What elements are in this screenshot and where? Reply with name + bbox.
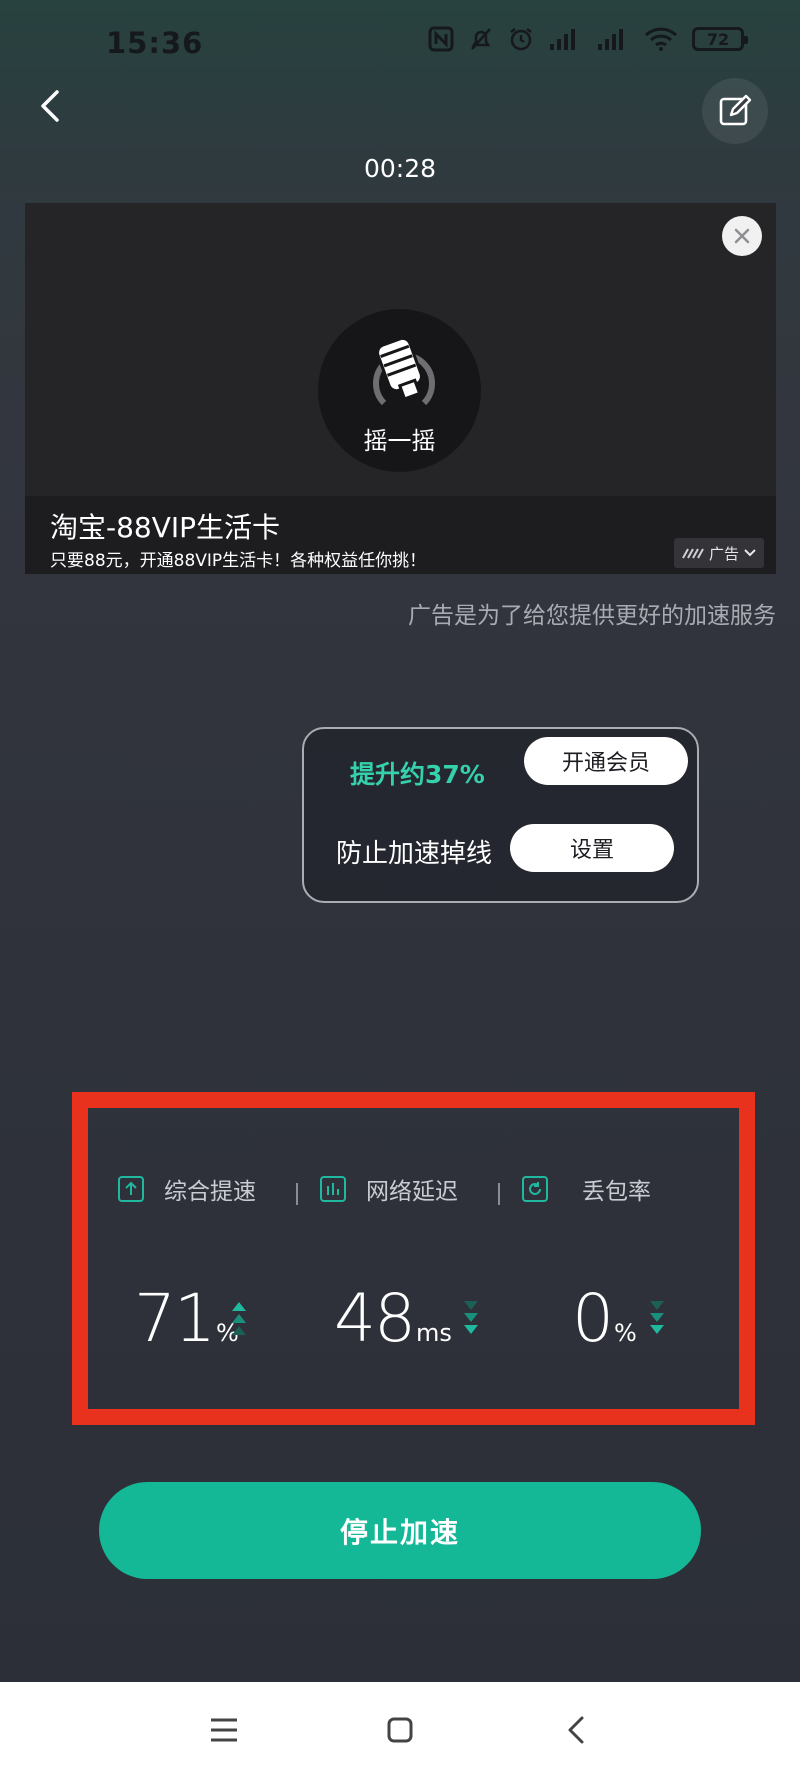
stat-divider [498, 1183, 500, 1205]
stat-unit: % [614, 1319, 637, 1347]
status-time: 15:36 [106, 26, 204, 60]
nav-menu-button[interactable] [202, 1708, 246, 1752]
back-button[interactable] [30, 86, 70, 126]
alarm-icon [510, 28, 532, 51]
trend-up-icon [232, 1302, 246, 1335]
stat-unit: ms [415, 1319, 452, 1347]
trend-down-icon [464, 1301, 478, 1334]
ad-badge-label: 广告 [708, 544, 739, 563]
refresh-icon [522, 1176, 548, 1202]
stat-label-overall-speedup: 综合提速 [118, 1172, 256, 1206]
edit-icon [719, 94, 752, 126]
stats-highlight-box [72, 1092, 755, 1425]
back-arrow-icon [41, 90, 59, 122]
mute-bell-icon [471, 28, 491, 50]
stat-label-latency: 网络延迟 [320, 1172, 458, 1206]
stat-value-overall-speedup: 71 % [134, 1280, 239, 1357]
close-icon [734, 228, 750, 244]
shake-button[interactable]: 摇一摇 [318, 309, 481, 472]
signal-hd-icon-2 [598, 29, 623, 50]
stat-label-text: 丢包率 [582, 1179, 651, 1205]
ad-network-logo-icon [682, 548, 704, 559]
anti-drop-text: 防止加速掉线 [336, 839, 493, 869]
shake-label: 摇一摇 [363, 427, 436, 455]
open-vip-button[interactable]: 开通会员 [524, 737, 688, 785]
stat-value-packet-loss: 0 % [572, 1280, 637, 1357]
ad-title: 淘宝-88VIP生活卡 [50, 511, 281, 544]
stat-label-packet-loss: 丢包率 [522, 1172, 651, 1206]
signal-hd-icon [550, 29, 575, 50]
status-icons: 72 [428, 26, 748, 52]
boost-percentage-text: 提升约37% [350, 760, 485, 789]
boost-card: 提升约37% 开通会员 防止加速掉线 设置 [302, 727, 699, 903]
nav-back-icon [568, 1716, 584, 1744]
ad-footer[interactable]: 淘宝-88VIP生活卡 只要88元，开通88VIP生活卡！各种权益任你挑！ 广告 [25, 496, 776, 574]
menu-icon [211, 1718, 237, 1742]
battery-indicator: 72 [692, 27, 748, 51]
stat-divider [296, 1183, 298, 1205]
bar-chart-icon [320, 1176, 346, 1202]
ad-badge[interactable]: 广告 [673, 538, 764, 568]
stop-acceleration-button[interactable]: 停止加速 [99, 1482, 701, 1579]
stat-number: 71 [134, 1280, 216, 1357]
stat-label-text: 网络延迟 [366, 1179, 458, 1205]
wifi-icon [644, 27, 678, 51]
ad-note: 广告是为了给您提供更好的加速服务 [408, 603, 776, 629]
nfc-icon [428, 26, 454, 52]
stat-value-latency: 48 ms [334, 1280, 452, 1357]
status-bar: 15:36 72 [0, 0, 800, 90]
shake-hand-icon [373, 336, 435, 406]
chevron-down-icon [744, 549, 756, 557]
settings-button[interactable]: 设置 [510, 824, 674, 872]
ad-close-button[interactable] [722, 216, 762, 256]
stat-label-text: 综合提速 [164, 1179, 256, 1205]
session-timer: 00:28 [363, 154, 437, 183]
stat-number: 0 [572, 1280, 614, 1357]
edit-button[interactable] [702, 78, 768, 144]
arrow-up-box-icon [118, 1176, 144, 1202]
home-square-icon [387, 1717, 413, 1743]
trend-down-icon [650, 1301, 664, 1334]
nav-home-button[interactable] [378, 1708, 422, 1752]
stat-number: 48 [334, 1280, 416, 1357]
system-nav-bar [0, 1682, 800, 1778]
ad-banner[interactable]: 摇一摇 淘宝-88VIP生活卡 只要88元，开通88VIP生活卡！各种权益任你挑… [25, 203, 776, 574]
nav-back-button[interactable] [554, 1708, 598, 1752]
ad-description: 只要88元，开通88VIP生活卡！各种权益任你挑！ [50, 551, 427, 571]
